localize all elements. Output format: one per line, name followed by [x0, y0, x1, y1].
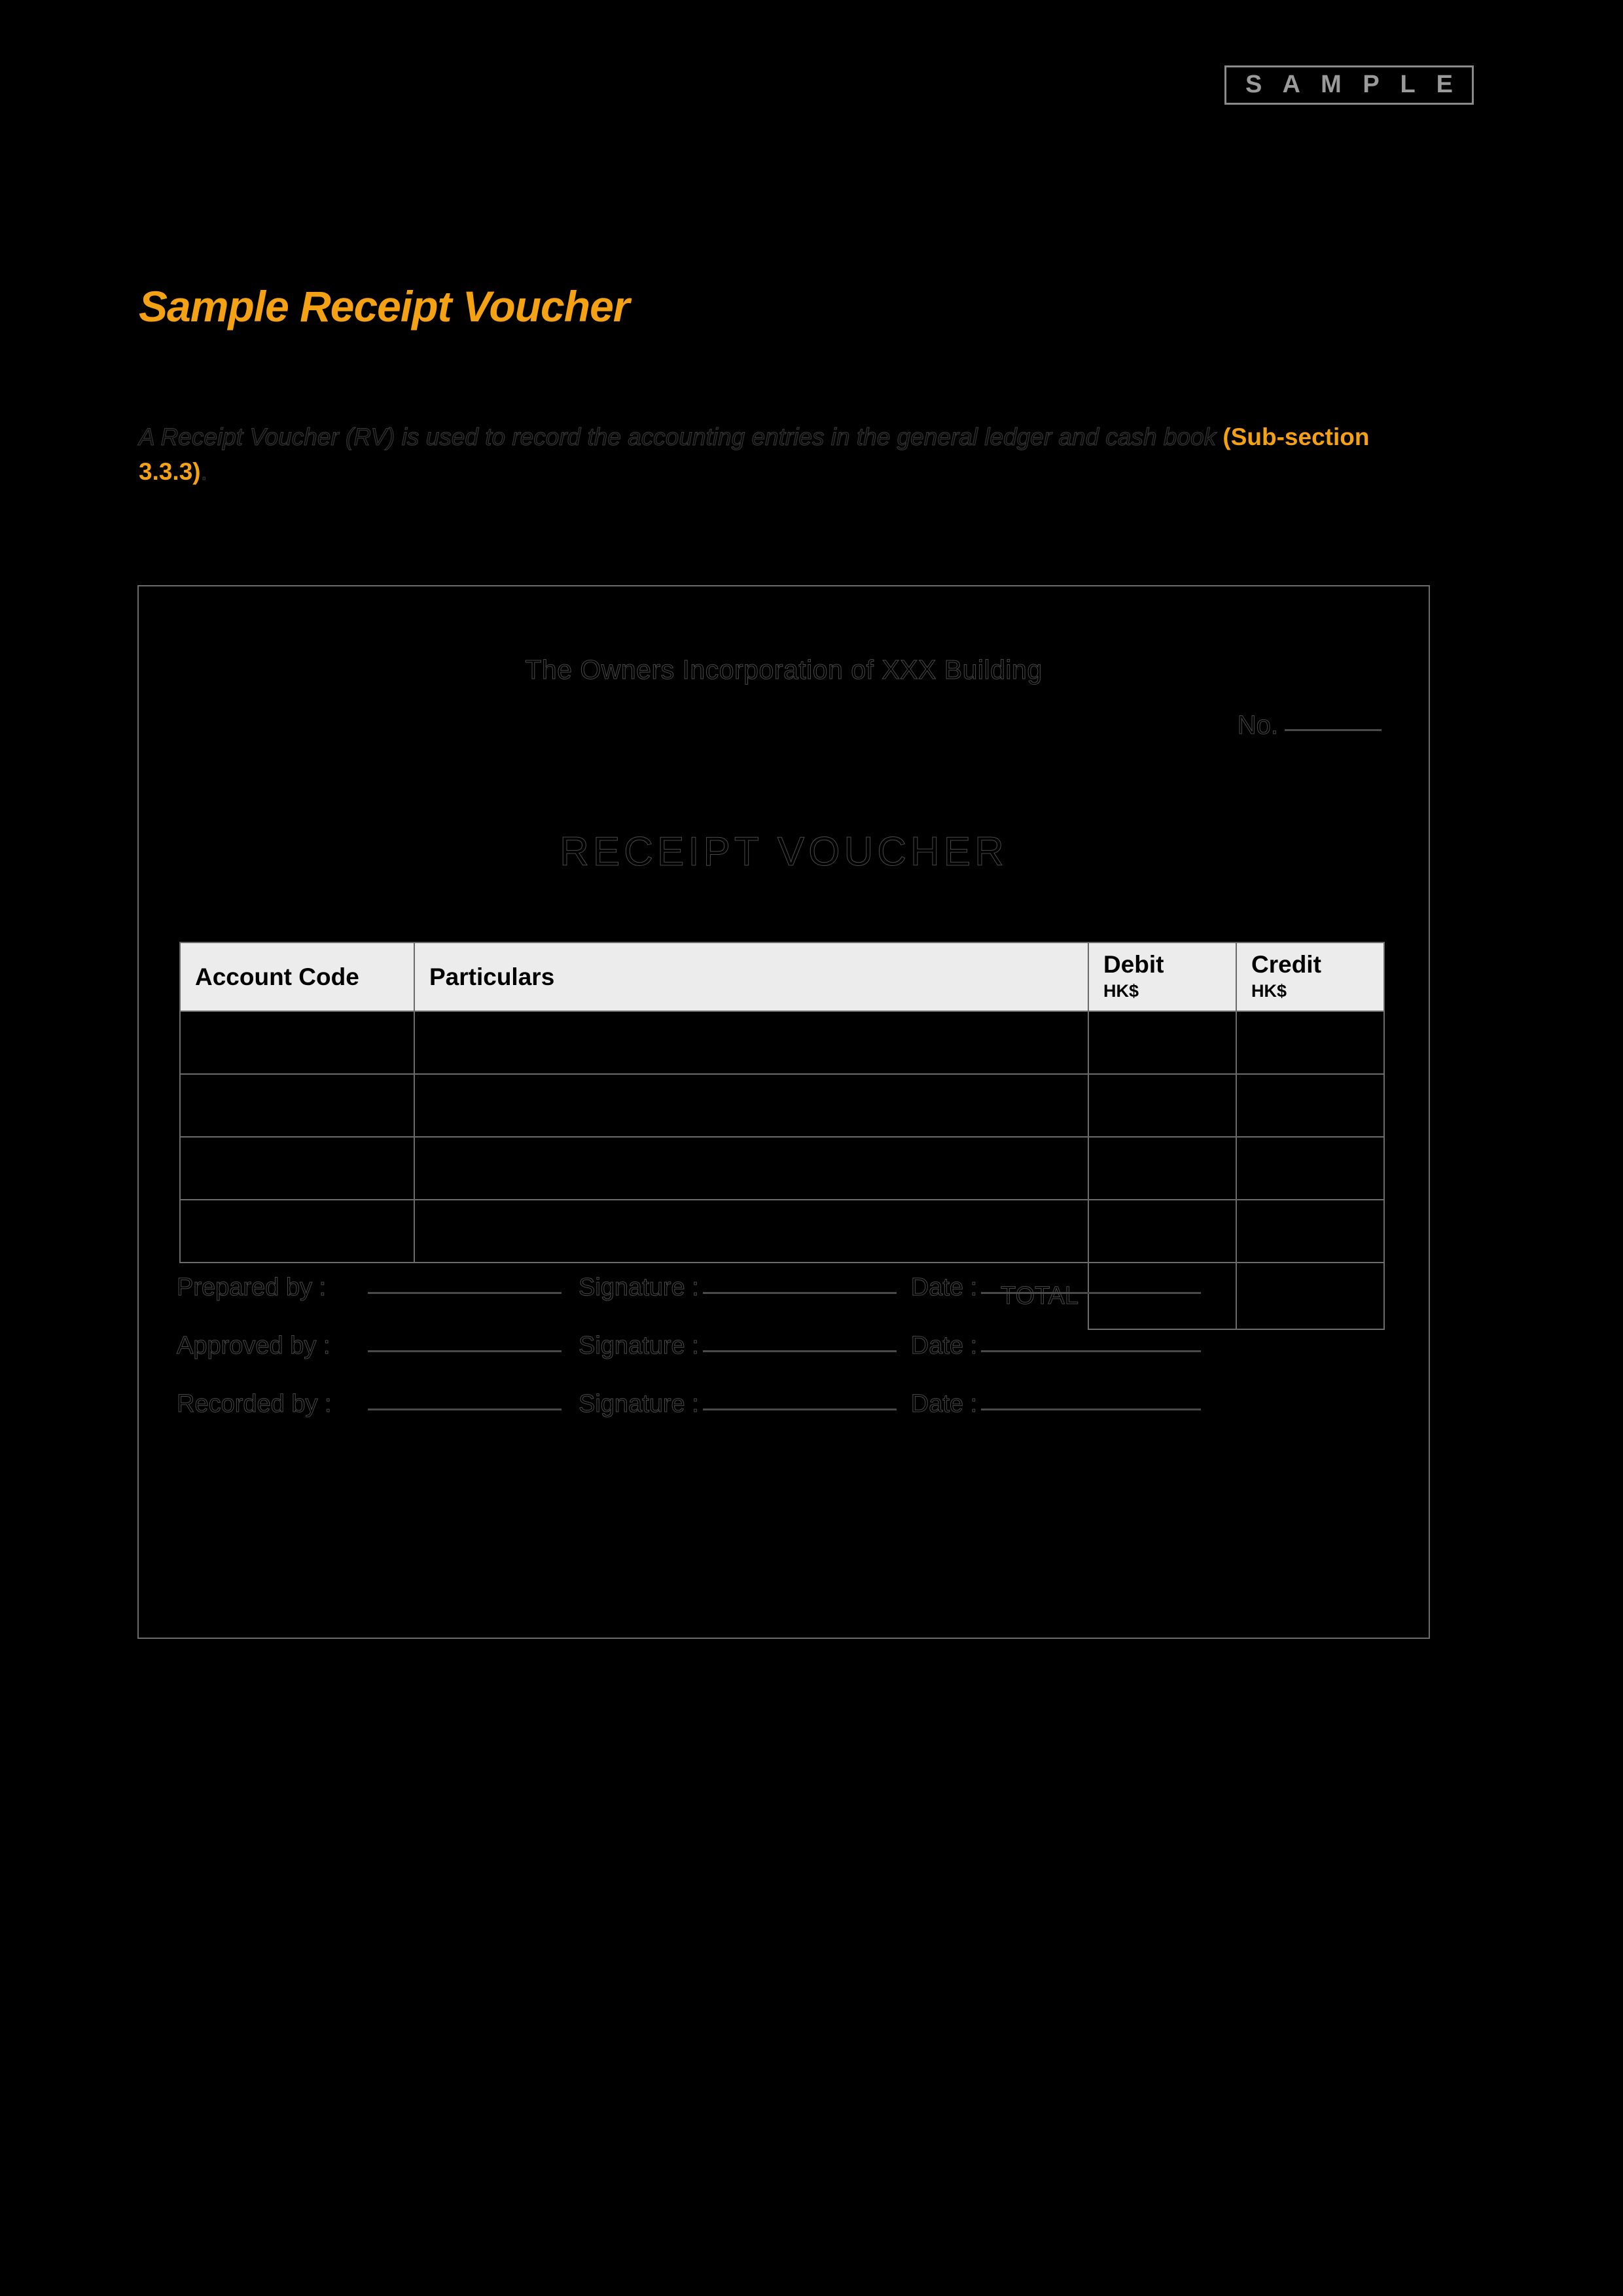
prepared-by-date-label: Date :	[910, 1274, 978, 1302]
cell-debit[interactable]	[1088, 1199, 1237, 1264]
table-header-row: Account Code Particulars Debit HK$ Credi…	[179, 941, 1385, 1013]
cell-particulars[interactable]	[414, 1011, 1089, 1075]
cell-credit[interactable]	[1236, 1199, 1385, 1264]
receipt-voucher-form: The Owners Incorporation of XXX Building…	[137, 585, 1430, 1639]
signature-row-prepared-by: Prepared by : Signature : Date :	[177, 1274, 1384, 1302]
intro-text-trail: .	[200, 457, 207, 485]
page-title: Sample Receipt Voucher	[139, 282, 630, 331]
approved-by-signature-label: Signature :	[579, 1332, 700, 1360]
recorded-by-name-blank[interactable]	[368, 1408, 562, 1410]
recorded-by-date-label: Date :	[910, 1390, 978, 1418]
cell-account-code[interactable]	[179, 1199, 415, 1264]
column-header-account-code-label: Account Code	[195, 963, 359, 991]
column-header-debit-label: Debit	[1103, 951, 1164, 978]
table-header: Account Code Particulars Debit HK$ Credi…	[179, 941, 1385, 1013]
approved-by-date-label: Date :	[910, 1332, 978, 1360]
approved-by-date-blank[interactable]	[981, 1350, 1202, 1352]
table-row	[179, 1199, 1385, 1264]
recorded-by-label: Recorded by :	[177, 1390, 332, 1418]
table-row	[179, 1136, 1385, 1201]
approved-by-name-blank[interactable]	[368, 1350, 562, 1352]
cell-debit[interactable]	[1088, 1073, 1237, 1138]
voucher-number-label: No.	[1237, 711, 1278, 740]
cell-particulars[interactable]	[414, 1199, 1089, 1264]
voucher-number-field: No.	[1237, 711, 1382, 740]
approved-by-label: Approved by :	[177, 1332, 330, 1360]
cell-debit[interactable]	[1088, 1136, 1237, 1201]
cell-account-code[interactable]	[179, 1136, 415, 1201]
cell-particulars[interactable]	[414, 1073, 1089, 1138]
voucher-heading: RECEIPT VOUCHER	[560, 829, 1008, 875]
recorded-by-signature-blank[interactable]	[702, 1408, 897, 1410]
cell-credit[interactable]	[1236, 1136, 1385, 1201]
cell-account-code[interactable]	[179, 1011, 415, 1075]
intro-text-lead: A Receipt Voucher (RV) is used to record…	[138, 423, 1223, 451]
column-header-credit: Credit HK$	[1236, 941, 1385, 1013]
column-header-debit-currency: HK$	[1103, 980, 1139, 1001]
prepared-by-signature-blank[interactable]	[702, 1291, 897, 1294]
signature-row-approved-by: Approved by : Signature : Date :	[177, 1332, 1384, 1360]
prepared-by-signature-label: Signature :	[579, 1274, 700, 1302]
cell-credit[interactable]	[1236, 1073, 1385, 1138]
column-header-debit: Debit HK$	[1088, 941, 1237, 1013]
cell-debit[interactable]	[1088, 1011, 1237, 1075]
signature-block: Prepared by : Signature : Date : Approve…	[177, 1274, 1384, 1418]
organisation-name: The Owners Incorporation of XXX Building	[525, 655, 1043, 685]
cell-account-code[interactable]	[179, 1073, 415, 1138]
column-header-particulars-label: Particulars	[429, 963, 555, 991]
prepared-by-label: Prepared by :	[177, 1274, 327, 1302]
signature-row-recorded-by: Recorded by : Signature : Date :	[177, 1390, 1384, 1418]
prepared-by-date-blank[interactable]	[981, 1291, 1202, 1294]
voucher-entries-table: Account Code Particulars Debit HK$ Credi…	[179, 941, 1385, 1331]
column-header-credit-currency: HK$	[1251, 980, 1287, 1001]
column-header-account-code: Account Code	[179, 941, 415, 1013]
recorded-by-signature-label: Signature :	[579, 1390, 700, 1418]
intro-paragraph: A Receipt Voucher (RV) is used to record…	[138, 420, 1385, 489]
cell-credit[interactable]	[1236, 1011, 1385, 1075]
table-row	[179, 1011, 1385, 1075]
column-header-credit-label: Credit	[1251, 951, 1321, 978]
cell-particulars[interactable]	[414, 1136, 1089, 1201]
table-row	[179, 1073, 1385, 1138]
sample-badge: S A M P L E	[1224, 65, 1474, 105]
column-header-particulars: Particulars	[414, 941, 1089, 1013]
approved-by-signature-blank[interactable]	[702, 1350, 897, 1352]
voucher-number-blank[interactable]	[1285, 728, 1382, 731]
prepared-by-name-blank[interactable]	[368, 1291, 562, 1294]
recorded-by-date-blank[interactable]	[981, 1408, 1202, 1410]
